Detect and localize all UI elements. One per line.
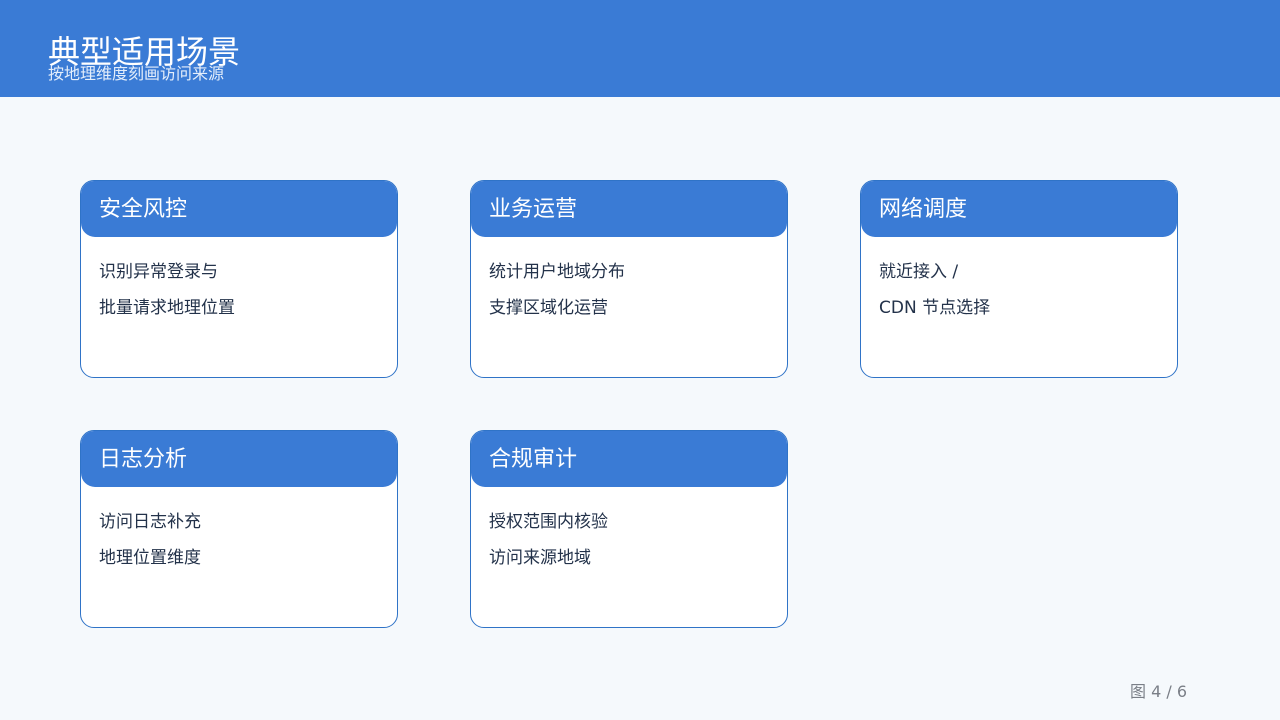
card-text-line: 访问来源地域 — [489, 548, 591, 568]
scenario-card-logs: 日志分析 访问日志补充 地理位置维度 — [80, 430, 398, 628]
card-text-line: 就近接入 / — [879, 262, 959, 282]
scenario-card-compliance: 合规审计 授权范围内核验 访问来源地域 — [470, 430, 788, 628]
card-title: 网络调度 — [879, 197, 968, 222]
scenario-card-network: 网络调度 就近接入 / CDN 节点选择 — [860, 180, 1178, 378]
card-text-line: 授权范围内核验 — [489, 512, 608, 532]
card-title: 安全风控 — [99, 197, 188, 222]
card-header: 网络调度 — [861, 181, 1177, 237]
card-title: 业务运营 — [489, 197, 578, 222]
scenario-card-security: 安全风控 识别异常登录与 批量请求地理位置 — [80, 180, 398, 378]
card-text-line: 统计用户地域分布 — [489, 262, 625, 282]
card-text-line: 访问日志补充 — [99, 512, 201, 532]
scenario-card-operations: 业务运营 统计用户地域分布 支撑区域化运营 — [470, 180, 788, 378]
card-header: 合规审计 — [471, 431, 787, 487]
card-header: 安全风控 — [81, 181, 397, 237]
card-text-line: 识别异常登录与 — [99, 262, 218, 282]
card-header: 日志分析 — [81, 431, 397, 487]
card-header: 业务运营 — [471, 181, 787, 237]
header-bar: 典型适用场景 按地理维度刻画访问来源 — [0, 0, 1280, 97]
page-subtitle: 按地理维度刻画访问来源 — [48, 64, 225, 83]
card-title: 日志分析 — [99, 447, 188, 472]
card-title: 合规审计 — [489, 447, 578, 472]
card-text-line: 地理位置维度 — [99, 548, 201, 568]
card-text-line: 批量请求地理位置 — [99, 298, 235, 318]
card-text-line: 支撑区域化运营 — [489, 298, 608, 318]
slide: 典型适用场景 按地理维度刻画访问来源 安全风控 识别异常登录与 批量请求地理位置… — [0, 0, 1280, 720]
card-text-line: CDN 节点选择 — [879, 298, 991, 318]
page-indicator: 图 4 / 6 — [1130, 682, 1188, 701]
